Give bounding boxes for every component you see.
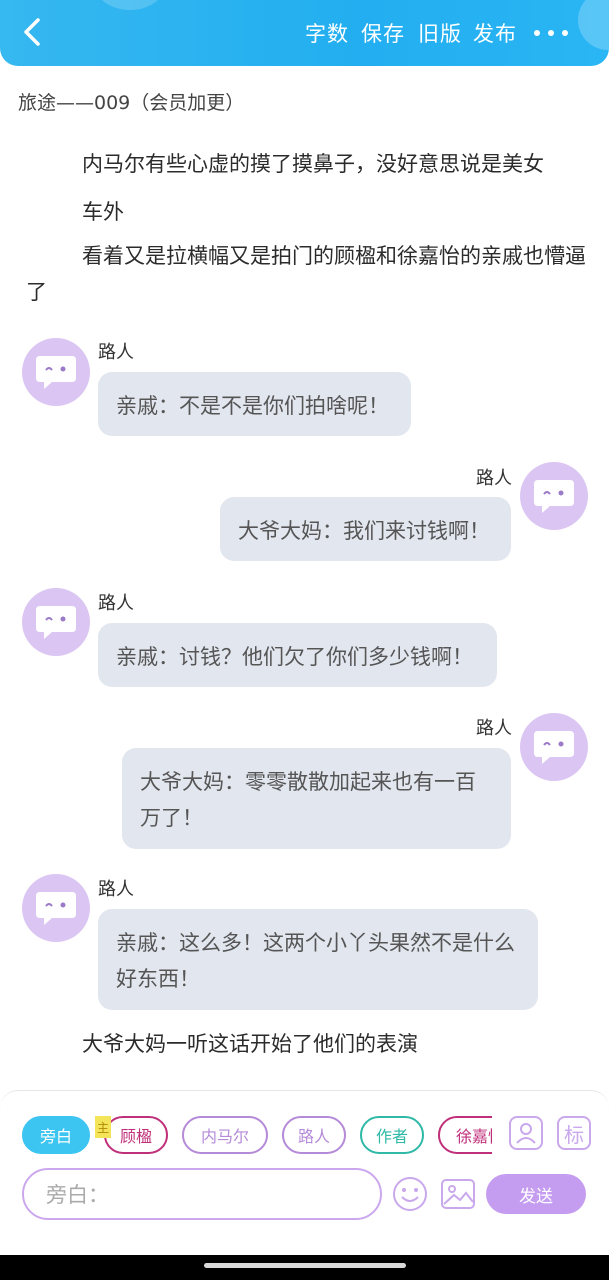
narration-paragraph: 内马尔有些心虚的摸了摸鼻子，没好意思说是美女 bbox=[82, 152, 544, 176]
avatar[interactable] bbox=[22, 874, 90, 942]
avatar[interactable] bbox=[520, 462, 588, 530]
speaker-name: 路人 bbox=[476, 718, 512, 739]
speaker-name: 路人 bbox=[98, 879, 134, 900]
role-chip[interactable]: 路人 bbox=[282, 1116, 346, 1154]
speaker-name: 路人 bbox=[98, 593, 134, 614]
old-version-button[interactable]: 旧版 bbox=[418, 18, 462, 48]
message-bubble[interactable]: 亲戚：不是不是你们拍啥呢！ bbox=[98, 372, 411, 436]
avatar[interactable] bbox=[520, 713, 588, 781]
person-card-icon[interactable] bbox=[509, 1116, 543, 1150]
image-icon[interactable] bbox=[440, 1176, 476, 1212]
role-chip-narrator[interactable]: 旁白 bbox=[22, 1116, 90, 1154]
narration-paragraph: 车外 bbox=[82, 200, 124, 224]
speaker-name: 路人 bbox=[476, 468, 512, 489]
narration-paragraph: 大爷大妈一听这话开始了他们的表演 bbox=[82, 1032, 418, 1056]
home-indicator[interactable] bbox=[204, 1263, 406, 1268]
role-chip[interactable]: 顾楹 bbox=[104, 1116, 168, 1154]
word-count-button[interactable]: 字数 bbox=[305, 18, 349, 48]
main-role-tag: 主 bbox=[95, 1116, 111, 1138]
narration-paragraph: 看着又是拉横幅又是拍门的顾楹和徐嘉怡的亲戚也懵逼了 bbox=[26, 244, 586, 304]
send-button[interactable]: 发送 bbox=[486, 1174, 586, 1214]
avatar[interactable] bbox=[22, 588, 90, 656]
role-chip[interactable]: 内马尔 bbox=[182, 1116, 268, 1154]
emoji-icon[interactable] bbox=[392, 1176, 428, 1212]
role-chip[interactable]: 作者 bbox=[360, 1116, 424, 1154]
message-bubble[interactable]: 亲戚：讨钱？他们欠了你们多少钱啊！ bbox=[98, 623, 497, 687]
avatar[interactable] bbox=[22, 338, 90, 406]
speaker-name: 路人 bbox=[98, 342, 134, 363]
role-chip[interactable]: 徐嘉怡 bbox=[438, 1116, 492, 1154]
mark-button[interactable]: 标 bbox=[557, 1116, 591, 1150]
publish-button[interactable]: 发布 bbox=[473, 18, 517, 48]
message-bubble[interactable]: 大爷大妈：零零散散加起来也有一百万了！ bbox=[122, 748, 511, 849]
chapter-title: 旅途——009（会员加更） bbox=[18, 92, 245, 114]
decor-circle bbox=[95, 0, 165, 10]
more-icon[interactable] bbox=[534, 30, 570, 38]
decor-circle bbox=[578, 0, 609, 50]
message-bubble[interactable]: 大爷大妈：我们来讨钱啊！ bbox=[220, 497, 511, 561]
role-selector[interactable]: 旁白 顾楹 内马尔 路人 作者 徐嘉怡 bbox=[20, 1116, 492, 1156]
save-button[interactable]: 保存 bbox=[361, 18, 405, 48]
message-bubble[interactable]: 亲戚：这么多！这两个小丫头果然不是什么好东西！ bbox=[98, 909, 538, 1010]
back-arrow-icon[interactable] bbox=[18, 16, 50, 48]
message-input[interactable]: 旁白： bbox=[22, 1168, 382, 1220]
